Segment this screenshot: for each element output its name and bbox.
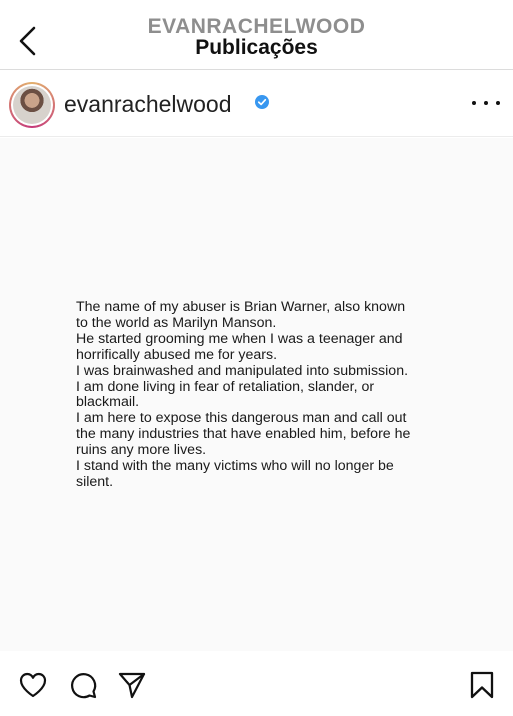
more-options-icon — [484, 101, 488, 105]
comment-button[interactable] — [68, 670, 98, 700]
bookmark-icon — [470, 671, 494, 699]
post-text-line: to the world as Marilyn Manson. — [76, 314, 277, 331]
like-button[interactable] — [18, 670, 48, 700]
post-text-line: blackmail. — [76, 394, 140, 411]
top-header: EVANRACHELWOOD Publicações — [0, 0, 513, 70]
paper-plane-icon — [118, 672, 146, 699]
avatar-photo — [13, 86, 51, 124]
post-text-line: I am here to expose this dangerous man a… — [76, 410, 407, 427]
share-button[interactable] — [117, 670, 147, 700]
more-options-icon — [496, 101, 500, 105]
save-button[interactable] — [467, 670, 497, 700]
post-text-line: the many industries that have enabled hi… — [76, 426, 411, 443]
more-options-button[interactable] — [472, 94, 500, 112]
post-text-line: I am done living in fear of retaliation,… — [76, 378, 375, 395]
post-text-line: ruins any more lives. — [76, 442, 207, 459]
post-image[interactable]: The name of my abuser is Brian Warner, a… — [0, 138, 513, 651]
verified-badge-icon — [255, 95, 269, 109]
page-title: Publicações — [195, 36, 318, 59]
post-author-row: evanrachelwood — [0, 71, 513, 137]
post-text-line: silent. — [76, 473, 114, 490]
post-text-line: The name of my abuser is Brian Warner, a… — [76, 299, 406, 315]
post-action-bar — [0, 652, 513, 716]
post-text-line: I stand with the many victims who will n… — [76, 458, 394, 475]
author-username[interactable]: evanrachelwood — [64, 91, 232, 118]
heart-icon — [19, 672, 47, 698]
more-options-icon — [472, 101, 476, 105]
post-text: The name of my abuser is Brian Warner, a… — [76, 299, 436, 491]
avatar-border — [11, 84, 53, 126]
post-text-line: I was brainwashed and manipulated into s… — [76, 362, 409, 379]
avatar[interactable] — [9, 82, 55, 128]
post-text-line: He started grooming me when I was a teen… — [76, 330, 403, 347]
comment-icon — [71, 673, 97, 699]
post-text-line: horrifically abused me for years. — [76, 346, 278, 363]
